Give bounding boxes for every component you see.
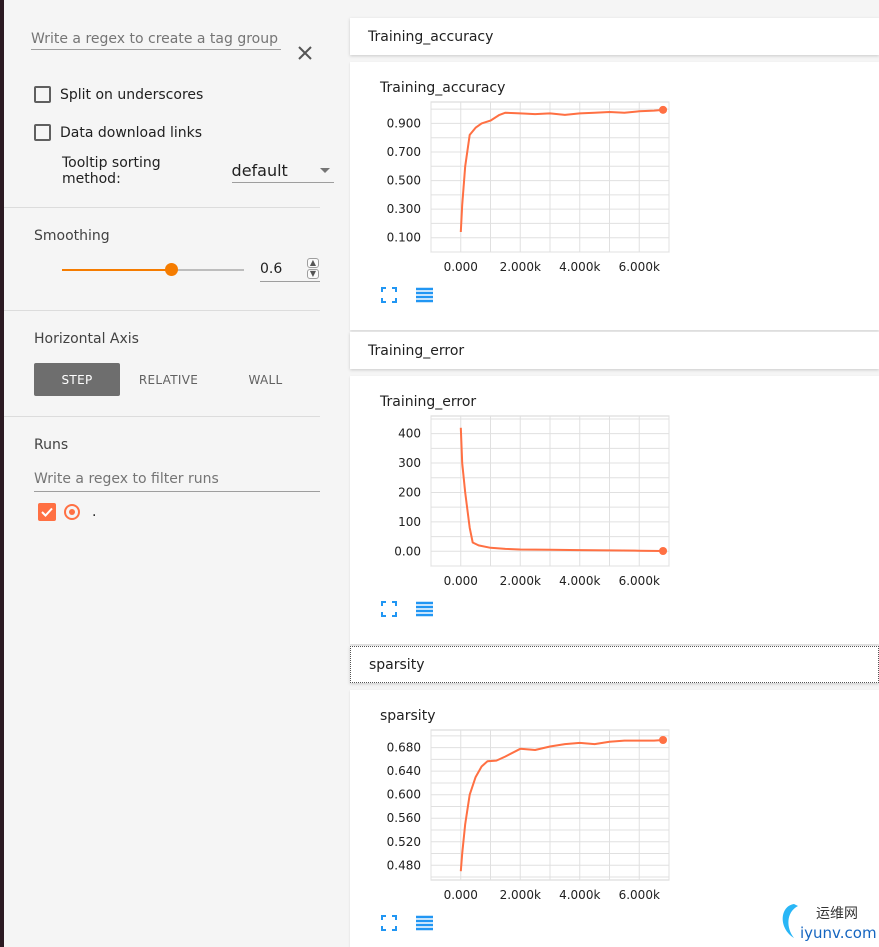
y-tick-label: 200 xyxy=(398,485,421,499)
horizontal-axis-title: Horizontal Axis xyxy=(34,331,139,347)
series-raw-line xyxy=(460,427,664,552)
tooltip-sorting-label: Tooltip sorting method: xyxy=(62,155,161,187)
list-icon[interactable] xyxy=(414,914,434,932)
series-line xyxy=(459,427,664,552)
spin-down-button[interactable]: ▼ xyxy=(307,269,319,279)
series-end-point xyxy=(659,547,668,555)
series-end-point xyxy=(659,736,668,744)
y-tick-label: 0.480 xyxy=(387,858,421,872)
axis-step-button[interactable]: STEP xyxy=(34,363,120,396)
clear-regex-button[interactable] xyxy=(292,40,318,66)
sidebar: Split on underscores Data download links… xyxy=(4,0,334,947)
group-header-training-accuracy[interactable]: Training_accuracy xyxy=(350,18,879,55)
y-tick-label: 0.560 xyxy=(387,811,421,825)
x-tick-label: 2.000k xyxy=(500,260,541,274)
x-tick-label: 0.000 xyxy=(444,260,478,274)
y-tick-label: 100 xyxy=(398,515,421,529)
y-tick-label: 0.900 xyxy=(387,116,421,130)
chart-tools xyxy=(380,600,450,618)
group-title: sparsity xyxy=(369,656,425,673)
close-icon xyxy=(298,46,312,60)
fullscreen-icon[interactable] xyxy=(380,600,398,618)
x-tick-label: 6.000k xyxy=(619,888,660,902)
y-tick-label: 0.680 xyxy=(387,741,421,755)
y-tick-label: 0.00 xyxy=(394,544,421,558)
y-tick-label: 0.700 xyxy=(387,145,421,159)
download-links-checkbox[interactable] xyxy=(34,124,51,141)
horizontal-axis-selector: STEP RELATIVE WALL xyxy=(34,363,314,396)
tooltip-sorting-select[interactable]: default xyxy=(231,159,334,183)
download-links-label: Data download links xyxy=(60,124,203,141)
series-end-point xyxy=(659,105,668,114)
smoothing-slider-thumb[interactable] xyxy=(165,263,179,276)
x-tick-label: 6.000k xyxy=(619,574,660,588)
tooltip-sorting-value: default xyxy=(231,161,288,180)
x-tick-label: 0.000 xyxy=(444,888,478,902)
chart-tools xyxy=(380,914,450,932)
x-tick-label: 2.000k xyxy=(500,888,541,902)
run-checkbox[interactable] xyxy=(38,503,56,521)
run-item: . xyxy=(38,503,96,521)
divider xyxy=(4,207,320,208)
x-tick-label: 4.000k xyxy=(559,260,600,274)
run-radio[interactable] xyxy=(64,504,80,520)
series-raw-line xyxy=(460,109,664,233)
axis-wall-button[interactable]: WALL xyxy=(217,363,314,396)
list-icon[interactable] xyxy=(414,600,434,618)
chart-card-training-accuracy: Training_accuracy 0.100 0.300 0.500 0.700 0.… xyxy=(350,62,879,330)
group-title: Training_accuracy xyxy=(368,28,494,45)
watermark-logo: 运维网 iyunv.com xyxy=(776,898,877,944)
x-tick-label: 4.000k xyxy=(559,888,600,902)
tooltip-sorting-row: Tooltip sorting method: default xyxy=(62,155,334,187)
y-tick-label: 400 xyxy=(398,427,421,441)
x-tick-label: 0.000 xyxy=(444,574,478,588)
download-links-option[interactable]: Data download links xyxy=(34,124,202,141)
check-icon xyxy=(41,507,53,517)
y-tick-label: 0.640 xyxy=(387,764,421,778)
y-tick-label: 300 xyxy=(398,456,421,470)
list-icon[interactable] xyxy=(414,286,434,304)
watermark-line1: 运维网 xyxy=(816,906,858,922)
axis-relative-button[interactable]: RELATIVE xyxy=(120,363,217,396)
group-title: Training_error xyxy=(368,342,465,359)
y-tick-label: 0.300 xyxy=(387,202,421,216)
divider xyxy=(4,310,320,311)
split-underscores-checkbox[interactable] xyxy=(34,86,51,103)
spin-up-button[interactable]: ▲ xyxy=(307,258,319,268)
series-line xyxy=(459,108,664,233)
y-tick-label: 0.600 xyxy=(387,788,421,802)
divider xyxy=(4,416,320,417)
smoothing-slider-fill xyxy=(62,269,172,271)
runs-filter-input[interactable] xyxy=(34,466,320,492)
fullscreen-icon[interactable] xyxy=(380,914,398,932)
run-label: . xyxy=(92,504,97,520)
x-tick-label: 2.000k xyxy=(500,574,541,588)
tag-group-regex-input[interactable] xyxy=(31,28,281,50)
group-header-training-error[interactable]: Training_error xyxy=(350,332,879,369)
chart-tools xyxy=(380,286,450,304)
smoothing-title: Smoothing xyxy=(34,228,110,244)
runs-title: Runs xyxy=(34,437,69,453)
group-header-sparsity[interactable]: sparsity xyxy=(350,646,879,683)
split-underscores-label: Split on underscores xyxy=(60,86,204,103)
chevron-down-icon xyxy=(320,168,330,173)
x-tick-label: 4.000k xyxy=(559,574,600,588)
watermark-line2: iyunv.com xyxy=(800,924,876,942)
y-tick-label: 0.520 xyxy=(387,835,421,849)
fullscreen-icon[interactable] xyxy=(380,286,398,304)
y-tick-label: 0.500 xyxy=(387,174,421,188)
split-underscores-option[interactable]: Split on underscores xyxy=(34,86,203,103)
smoothing-slider[interactable] xyxy=(62,263,244,276)
x-tick-label: 6.000k xyxy=(619,260,660,274)
chart-card-training-error: Training_error 0.00 100 200 300 400 0.000 2.00… xyxy=(350,376,879,644)
y-tick-label: 0.100 xyxy=(387,231,421,245)
smoothing-value: 0.6 xyxy=(260,261,283,277)
